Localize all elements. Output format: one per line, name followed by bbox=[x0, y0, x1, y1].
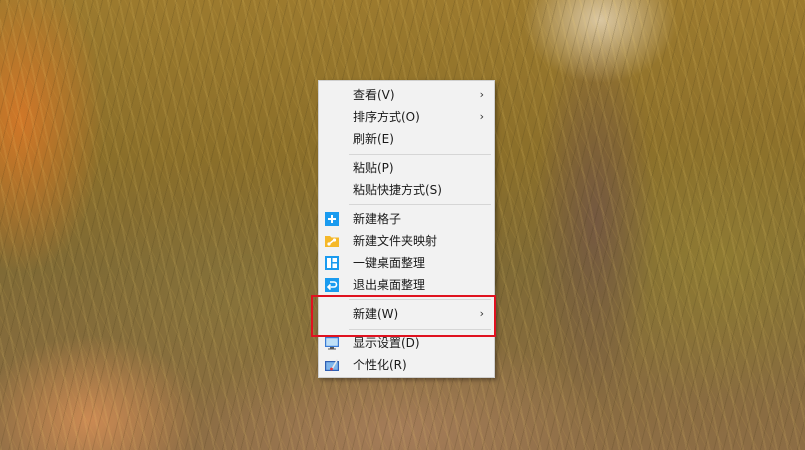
menu-item-label: 个性化(R) bbox=[353, 358, 407, 372]
menu-item-one-click-organize[interactable]: 一键桌面整理 bbox=[319, 252, 494, 274]
menu-item-label: 一键桌面整理 bbox=[353, 256, 426, 270]
plus-square-icon bbox=[325, 212, 339, 226]
menu-item-label: 粘贴(P) bbox=[353, 161, 394, 175]
menu-separator bbox=[349, 154, 491, 155]
menu-item-label: 新建格子 bbox=[353, 212, 402, 226]
layout-grid-icon bbox=[325, 256, 339, 270]
menu-item-label: 粘贴快捷方式(S) bbox=[353, 183, 442, 197]
folder-link-icon bbox=[325, 236, 339, 247]
menu-item-label: 查看(V) bbox=[353, 88, 395, 102]
submenu-arrow-icon: › bbox=[479, 88, 484, 101]
menu-item-exit-organize[interactable]: 退出桌面整理 bbox=[319, 274, 494, 296]
highlight-annotation-box bbox=[311, 295, 496, 337]
menu-separator bbox=[349, 204, 491, 205]
menu-item-label: 新建文件夹映射 bbox=[353, 234, 438, 248]
menu-item-paste[interactable]: 粘贴(P) bbox=[319, 157, 494, 179]
menu-item-sort[interactable]: 排序方式(O) › bbox=[319, 106, 494, 128]
menu-item-paste-shortcut[interactable]: 粘贴快捷方式(S) bbox=[319, 179, 494, 201]
menu-item-view[interactable]: 查看(V) › bbox=[319, 84, 494, 106]
menu-item-label: 排序方式(O) bbox=[353, 110, 420, 124]
menu-item-label: 退出桌面整理 bbox=[353, 278, 426, 292]
submenu-arrow-icon: › bbox=[479, 110, 484, 123]
monitor-icon bbox=[325, 337, 339, 350]
return-arrow-icon bbox=[325, 278, 339, 292]
personalize-icon bbox=[325, 359, 339, 371]
menu-item-personalize[interactable]: 个性化(R) bbox=[319, 354, 494, 376]
menu-item-refresh[interactable]: 刷新(E) bbox=[319, 128, 494, 150]
menu-item-new-folder-map[interactable]: 新建文件夹映射 bbox=[319, 230, 494, 252]
menu-item-new-grid[interactable]: 新建格子 bbox=[319, 208, 494, 230]
menu-item-label: 刷新(E) bbox=[353, 132, 394, 146]
